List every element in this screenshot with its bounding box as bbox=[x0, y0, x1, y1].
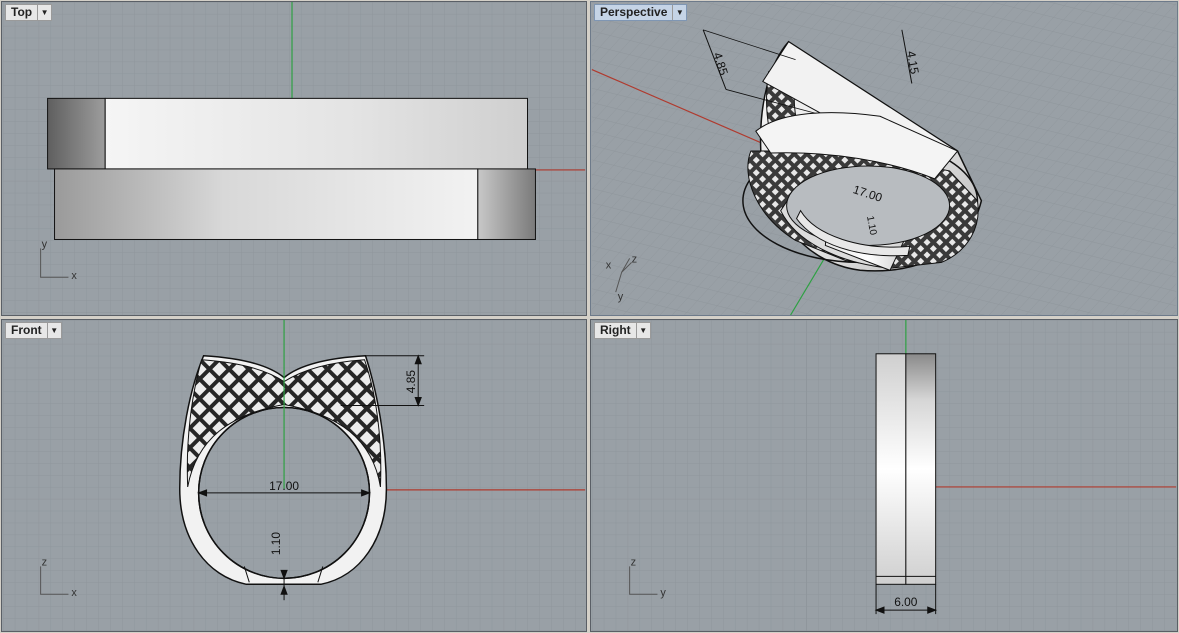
dim-diameter: 17.00 bbox=[269, 479, 299, 493]
band-lower-shade bbox=[477, 168, 536, 240]
dim-thickness: 1.10 bbox=[269, 532, 283, 556]
top-canvas[interactable]: y x bbox=[2, 2, 586, 315]
dropdown-arrow-icon[interactable]: ▼ bbox=[46, 323, 61, 338]
axis-label-x: x bbox=[606, 259, 612, 271]
viewport-title: Top bbox=[11, 5, 33, 19]
viewport-perspective[interactable]: 4.85 4.15 17.00 1.10 z x y Perspective ▼ bbox=[590, 1, 1178, 316]
axis-label-z: z bbox=[632, 253, 637, 265]
axis-label-x: x bbox=[71, 270, 77, 282]
axis-label-y: y bbox=[42, 238, 48, 250]
dim-width: 6.00 bbox=[894, 595, 918, 609]
tab-top[interactable]: Top ▼ bbox=[5, 4, 53, 21]
viewport-front[interactable]: 4.85 17.00 1.10 z x Front ▼ bbox=[1, 319, 587, 632]
band-upper-shade bbox=[47, 97, 106, 170]
viewport-title: Perspective bbox=[600, 5, 668, 19]
viewport-title: Front bbox=[11, 323, 42, 337]
right-canvas[interactable]: 6.00 z y bbox=[591, 320, 1177, 631]
viewport-right[interactable]: 6.00 z y Right ▼ bbox=[590, 319, 1178, 632]
tab-perspective[interactable]: Perspective ▼ bbox=[594, 4, 688, 21]
axis-label-z: z bbox=[631, 556, 636, 568]
axis-label-y: y bbox=[618, 291, 624, 303]
perspective-canvas[interactable]: 4.85 4.15 17.00 1.10 z x y bbox=[591, 2, 1177, 315]
tab-right[interactable]: Right ▼ bbox=[594, 322, 651, 339]
front-canvas[interactable]: 4.85 17.00 1.10 z x bbox=[2, 320, 586, 631]
axis-label-y: y bbox=[660, 587, 666, 599]
dropdown-arrow-icon[interactable]: ▼ bbox=[672, 5, 686, 20]
axis-label-x: x bbox=[71, 587, 77, 599]
axis-label-z: z bbox=[42, 556, 47, 568]
dim-height: 4.85 bbox=[404, 370, 418, 394]
band-upper bbox=[104, 97, 529, 170]
viewport-title: Right bbox=[600, 323, 631, 337]
dropdown-arrow-icon[interactable]: ▼ bbox=[37, 5, 51, 20]
viewport-top[interactable]: y x Top ▼ bbox=[1, 1, 587, 316]
tab-front[interactable]: Front ▼ bbox=[5, 322, 62, 339]
ring-side-view bbox=[875, 353, 937, 585]
dropdown-arrow-icon[interactable]: ▼ bbox=[635, 323, 650, 338]
band-lower bbox=[54, 168, 479, 240]
